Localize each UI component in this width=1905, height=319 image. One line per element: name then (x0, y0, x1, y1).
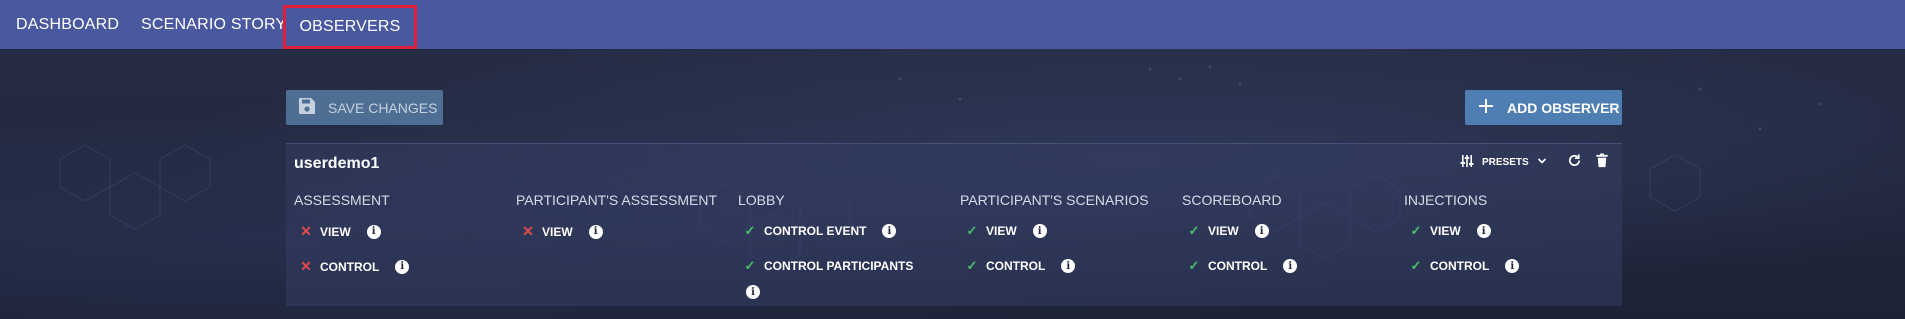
info-icon[interactable]: i (1505, 259, 1520, 273)
perm-participants-scenarios-control[interactable]: ✓ CONTROL i (966, 258, 1076, 274)
check-icon: ✓ (1410, 258, 1422, 273)
plus-icon (1478, 98, 1494, 117)
perm-injections-control[interactable]: ✓ CONTROL i (1410, 258, 1520, 274)
perm-lobby-control-event[interactable]: ✓ CONTROL EVENT i (744, 223, 897, 239)
perm-label: VIEW (542, 224, 573, 239)
close-icon: ✕ (300, 223, 312, 239)
info-icon[interactable]: i (746, 285, 760, 299)
info-icon[interactable]: i (1032, 224, 1047, 238)
presets-label: PRESETS (1482, 157, 1529, 168)
perm-participants-scenarios-view[interactable]: ✓ VIEW i (966, 223, 1047, 239)
info-icon[interactable]: i (1254, 224, 1269, 238)
check-icon: ✓ (1188, 223, 1200, 238)
save-changes-button[interactable]: SAVE CHANGES (286, 90, 443, 125)
column-title: ASSESSMENT (294, 192, 390, 208)
perm-label: CONTROL EVENT (764, 224, 867, 238)
observer-name: userdemo1 (294, 155, 380, 172)
trash-icon (1595, 153, 1609, 173)
check-icon: ✓ (744, 223, 756, 238)
check-icon: ✓ (1410, 223, 1422, 238)
tab-scenario-story[interactable]: SCENARIO STORY (141, 0, 286, 49)
column-lobby: LOBBY (738, 192, 785, 208)
perm-label: VIEW (320, 224, 351, 239)
add-observer-button[interactable]: ADD OBSERVER (1465, 90, 1622, 125)
tab-dashboard[interactable]: DASHBOARD (16, 0, 119, 49)
perm-label: VIEW (1208, 224, 1239, 238)
perm-label: CONTROL (986, 259, 1046, 273)
info-icon[interactable]: i (1283, 259, 1298, 273)
tab-observers[interactable]: OBSERVERS (283, 5, 417, 49)
save-changes-label: SAVE CHANGES (328, 99, 438, 116)
perm-participants-assessment-view[interactable]: ✕ VIEW i (522, 223, 603, 240)
info-icon[interactable]: i (366, 224, 381, 239)
chevron-down-icon (1537, 156, 1547, 169)
info-icon[interactable]: i (588, 224, 603, 239)
perm-lobby-control-participants[interactable]: ✓ CONTROL PARTICIPANTS (744, 258, 914, 274)
close-icon: ✕ (300, 258, 312, 274)
check-icon: ✓ (1188, 258, 1200, 273)
perm-label: CONTROL PARTICIPANTS (764, 259, 914, 273)
info-icon[interactable]: i (882, 224, 897, 238)
close-icon: ✕ (522, 223, 534, 239)
refresh-button[interactable] (1564, 153, 1584, 173)
column-participants-assessment: PARTICIPANT'S ASSESSMENT (516, 192, 717, 208)
column-assessment: ASSESSMENT (294, 192, 390, 208)
column-title: PARTICIPANT'S ASSESSMENT (516, 192, 718, 208)
column-title: PARTICIPANT'S SCENARIOS (960, 192, 1149, 208)
info-icon[interactable]: i (1476, 224, 1491, 238)
column-title: LOBBY (738, 192, 785, 208)
perm-injections-view[interactable]: ✓ VIEW i (1410, 223, 1491, 239)
perm-label: VIEW (986, 224, 1017, 238)
column-scoreboard: SCOREBOARD (1182, 192, 1282, 208)
delete-button[interactable] (1592, 153, 1612, 173)
perm-label: VIEW (1430, 224, 1461, 238)
perm-assessment-view[interactable]: ✕ VIEW i (300, 223, 381, 240)
perm-scoreboard-view[interactable]: ✓ VIEW i (1188, 223, 1269, 239)
column-participants-scenarios: PARTICIPANT'S SCENARIOS (960, 192, 1149, 208)
sliders-icon (1460, 154, 1474, 171)
check-icon: ✓ (744, 258, 756, 273)
perm-scoreboard-control[interactable]: ✓ CONTROL i (1188, 258, 1298, 274)
info-icon[interactable]: i (1061, 259, 1076, 273)
perm-label: CONTROL (1208, 259, 1268, 273)
check-icon: ✓ (966, 258, 978, 273)
perm-assessment-control[interactable]: ✕ CONTROL i (300, 258, 410, 275)
top-nav-bar: DASHBOARD SCENARIO STORY OBSERVERS (0, 0, 1905, 49)
column-injections: INJECTIONS (1404, 192, 1487, 208)
info-icon[interactable]: i (395, 259, 410, 274)
refresh-icon (1567, 153, 1582, 173)
check-icon: ✓ (966, 223, 978, 238)
floppy-disk-icon (298, 97, 316, 118)
observer-card: userdemo1 PRESETS ASSESSMENT ✕ VIEW i ✕ … (286, 143, 1622, 306)
perm-label: CONTROL (1430, 259, 1490, 273)
add-observer-label: ADD OBSERVER (1507, 99, 1620, 116)
presets-dropdown[interactable]: PRESETS (1460, 154, 1547, 171)
column-title: SCOREBOARD (1182, 192, 1282, 208)
column-title: INJECTIONS (1404, 192, 1488, 208)
perm-label: CONTROL (320, 259, 380, 274)
